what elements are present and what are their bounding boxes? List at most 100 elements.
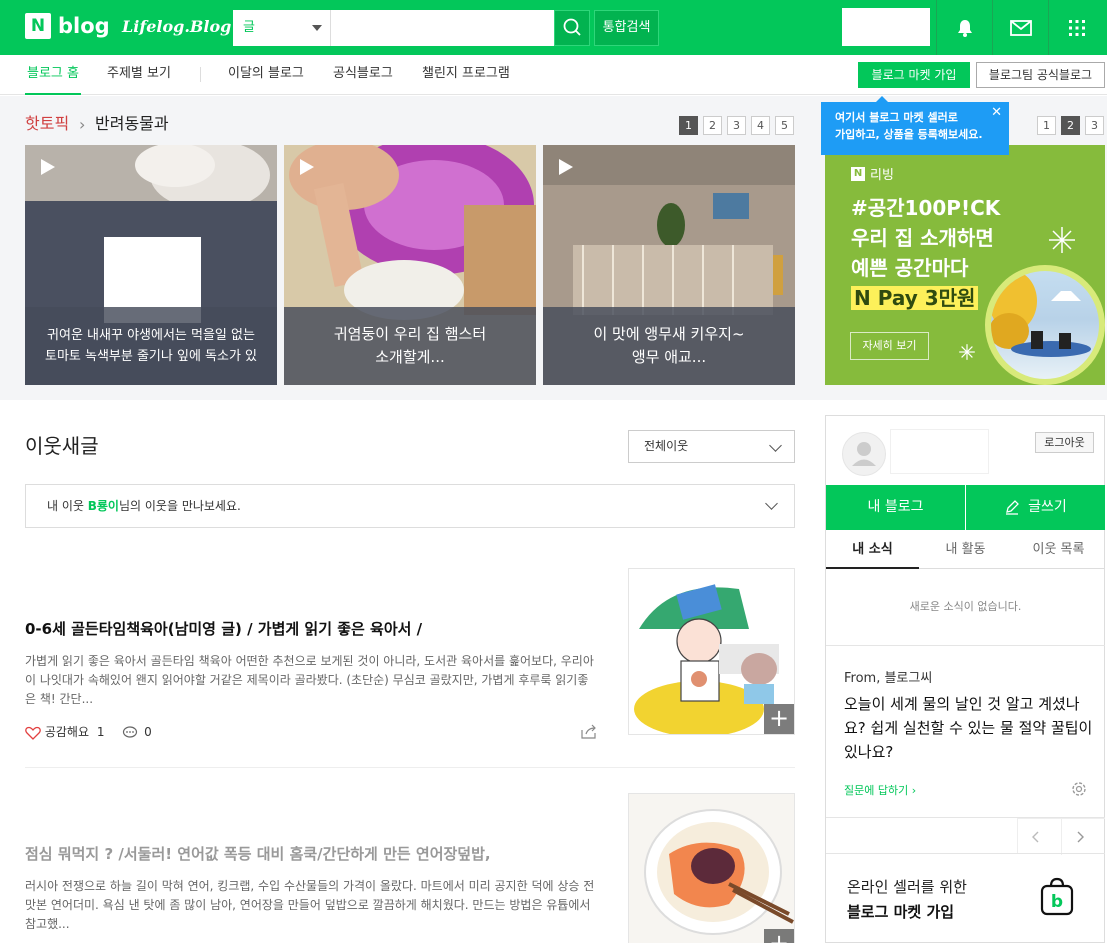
thumbnail-image (629, 794, 794, 943)
apps-menu-button[interactable] (1049, 0, 1105, 55)
profile-name-box[interactable] (890, 429, 989, 474)
page-button[interactable]: 2 (1061, 116, 1080, 135)
blog-logo[interactable]: blog (58, 12, 110, 40)
question-nav (1017, 818, 1105, 855)
my-profile-panel: 로그아웃 내 블로그 글쓰기 내 소식 내 활동 이웃 목록 새로운 소식이 없… (825, 415, 1105, 943)
heart-icon[interactable] (25, 726, 41, 740)
neighbor-suggestion-bar[interactable]: 내 이웃 B룡이님의 이웃을 만나보세요. (25, 484, 795, 528)
neighbor-filter-select[interactable]: 전체이웃 (628, 430, 795, 463)
tab-my-activity[interactable]: 내 활동 (919, 531, 1012, 569)
seller-promo-title[interactable]: 블로그 마켓 가입 (847, 901, 954, 922)
like-label[interactable]: 공감해요 (45, 725, 89, 739)
notice-suffix: 님의 이웃을 만나보세요. (118, 499, 241, 513)
tab-my-news[interactable]: 내 소식 (826, 531, 919, 569)
page-button[interactable]: 4 (751, 116, 770, 135)
post-divider (25, 767, 795, 768)
ad-line: 예쁜 공간마다 (851, 256, 969, 280)
page-button[interactable]: 1 (679, 116, 698, 135)
caret-down-icon (312, 25, 322, 31)
card-caption: 귀염둥이 우리 집 햄스터 소개할게... (284, 307, 536, 385)
post-thumbnail[interactable]: + (628, 793, 795, 943)
post-title[interactable]: 0-6세 골든타임책육아(남미영 글) / 가볍게 읽기 좋은 육아서 / (25, 618, 595, 640)
sparkle-icon (959, 344, 975, 360)
post-excerpt[interactable]: 가볍게 읽기 좋은 육아서 골든타임 책육아 어떤한 추천으로 보게된 것이 아… (25, 652, 595, 709)
chevron-right-icon: › (79, 115, 86, 134)
hot-topic-card[interactable]: 이 맛에 앵무새 키우지~ 앵무 애교... (543, 145, 795, 385)
video-play-icon (41, 159, 55, 175)
page-button[interactable]: 1 (1037, 116, 1056, 135)
page-button[interactable]: 3 (727, 116, 746, 135)
sparkle-icon (1049, 227, 1075, 253)
post-thumbnail[interactable]: + (628, 568, 795, 735)
mail-icon (1010, 19, 1032, 36)
hot-topic-category[interactable]: 반려동물과 (95, 113, 169, 135)
ad-brand: 리빙 (870, 168, 894, 183)
pencil-icon (1006, 500, 1020, 515)
ad-line: 우리 집 소개하면 (851, 226, 994, 250)
filter-value: 전체이웃 (644, 439, 689, 453)
video-play-icon (300, 159, 314, 175)
card-caption: 귀여운 내새꾸 야생에서는 먹을일 없는 토마토 녹색부분 줄기나 잎에 독소가 … (25, 307, 277, 385)
video-play-icon (559, 159, 573, 175)
gear-icon[interactable] (1070, 780, 1088, 798)
ad-headline: #공간100P!CK 우리 집 소개하면 예쁜 공간마다 N Pay 3만원 (851, 193, 1000, 313)
search-input[interactable] (332, 10, 554, 46)
seller-promo-line[interactable]: 온라인 셀러를 위한 (847, 876, 967, 897)
search-scope-select[interactable]: 글 (233, 10, 331, 46)
caption-line: 귀여운 내새꾸 야생에서는 먹을일 없는 (47, 328, 255, 343)
comment-count: 0 (144, 725, 152, 739)
nav-official-blog[interactable]: 공식블로그 (333, 55, 393, 93)
nav-topic-view[interactable]: 주제별 보기 (107, 55, 171, 93)
caption-line: 앵무 애교... (631, 348, 707, 366)
share-icon[interactable] (580, 724, 598, 740)
total-search-button[interactable]: 통합검색 (594, 10, 659, 46)
page-button[interactable]: 5 (775, 116, 794, 135)
blog-market-join-button[interactable]: 블로그 마켓 가입 (858, 62, 970, 88)
like-count: 1 (96, 725, 105, 739)
write-label: 글쓰기 (1028, 499, 1067, 515)
notification-button[interactable] (937, 0, 993, 55)
nav-monthly-blog[interactable]: 이달의 블로그 (228, 55, 304, 93)
hot-topic-pager: 1 2 3 4 5 (679, 116, 794, 135)
nav-challenge-program[interactable]: 챌린지 프로그램 (422, 55, 510, 93)
hot-topic-card[interactable]: 귀염둥이 우리 집 햄스터 소개할게... (284, 145, 536, 385)
logout-button[interactable]: 로그아웃 (1035, 432, 1094, 453)
answer-question-link[interactable]: 질문에 답하기 › (844, 782, 916, 798)
avatar[interactable] (842, 432, 886, 476)
tab-neighbor-list[interactable]: 이웃 목록 (1012, 531, 1105, 569)
post-actions: 공감해요 1 0 (25, 724, 152, 740)
chevron-left-icon[interactable] (1028, 829, 1044, 845)
user-profile-box[interactable] (842, 8, 930, 46)
post-title[interactable]: 점심 뭐먹지 ? /서둘러! 연어값 폭등 대비 홈쿡/간단하게 만든 연어장덮… (25, 843, 595, 865)
search-button[interactable] (554, 10, 590, 46)
living-ad-banner[interactable]: N 리빙 #공간100P!CK 우리 집 소개하면 예쁜 공간마다 N Pay … (825, 145, 1105, 385)
shopping-bag-icon[interactable]: b (1039, 876, 1075, 916)
comment-icon[interactable] (122, 725, 138, 740)
blog-question-text[interactable]: 오늘이 세계 물의 날인 것 알고 계셨나요? 쉽게 실천할 수 있는 물 절약… (844, 692, 1094, 764)
lifelog-logo[interactable]: Lifelog.Blog (122, 14, 231, 40)
hot-topic-card[interactable]: 귀여운 내새꾸 야생에서는 먹을일 없는 토마토 녹색부분 줄기나 잎에 독소가 … (25, 145, 277, 385)
nav-blog-home[interactable]: 블로그 홈 (25, 55, 81, 95)
ad-detail-button[interactable]: 자세히 보기 (850, 332, 929, 360)
write-post-button[interactable]: 글쓰기 (966, 485, 1105, 530)
my-blog-button[interactable]: 내 블로그 (826, 485, 965, 530)
blog-team-official-button[interactable]: 블로그팀 공식블로그 (976, 62, 1105, 88)
panel-divider (826, 645, 1105, 646)
add-button[interactable]: + (764, 929, 794, 943)
chevron-right-icon[interactable] (1072, 829, 1088, 845)
hot-topic-label[interactable]: 핫토픽 (25, 113, 69, 135)
naver-n-logo: N (851, 167, 865, 181)
caption-line: 이 맛에 앵무새 키우지~ (593, 325, 745, 343)
ad-line: #공간100P!CK (851, 196, 1001, 220)
page-button[interactable]: 2 (703, 116, 722, 135)
page-button[interactable]: 3 (1085, 116, 1104, 135)
mail-button[interactable] (993, 0, 1049, 55)
post-excerpt[interactable]: 러시아 전쟁으로 하늘 길이 막혀 연어, 킹크랩, 수입 수산물들의 가격이 … (25, 877, 595, 934)
naver-logo[interactable]: N (25, 13, 51, 39)
add-button[interactable]: + (764, 704, 794, 734)
neighbor-posts-title: 이웃새글 (25, 434, 99, 458)
ad-pager: 1 2 3 (1037, 116, 1104, 135)
close-icon[interactable]: ✕ (991, 104, 1002, 121)
nav-divider (1061, 819, 1062, 855)
search-icon (563, 18, 581, 36)
